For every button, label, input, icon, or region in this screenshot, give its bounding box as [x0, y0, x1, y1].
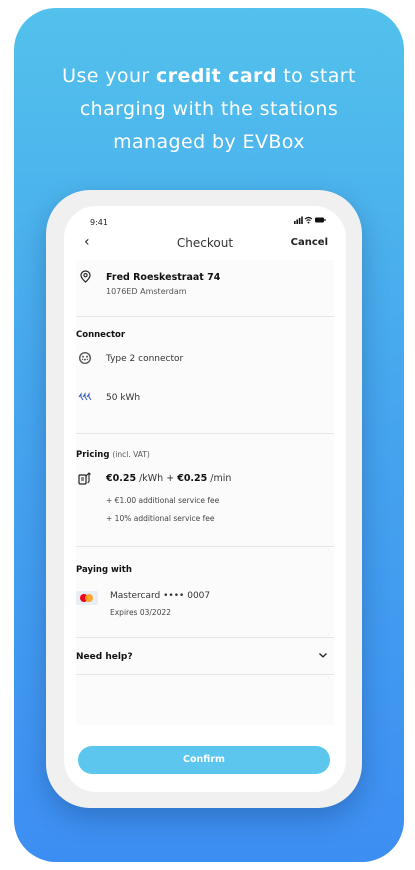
- confirm-button[interactable]: Confirm: [78, 746, 330, 774]
- need-help-row[interactable]: Need help?: [76, 650, 334, 668]
- divider: [76, 637, 334, 638]
- status-icons: [294, 216, 326, 226]
- energy-row: 50 kWh: [76, 390, 334, 408]
- connector-type: Type 2 connector: [106, 354, 184, 364]
- location-pin-icon: [76, 270, 94, 286]
- energy-icon: [76, 392, 94, 405]
- connector-type-row: Type 2 connector: [76, 351, 334, 369]
- card-expiry: Expires 03/2022: [110, 608, 172, 617]
- navigation-bar: ‹ Checkout Cancel: [64, 228, 346, 258]
- signal-wifi-battery-icon: [294, 216, 326, 224]
- divider: [76, 674, 334, 675]
- headline-line-3: managed by EVBox: [113, 131, 305, 153]
- payment-method-row[interactable]: Mastercard •••• 0007 Expires 03/2022: [76, 589, 334, 623]
- divider: [76, 433, 334, 434]
- cancel-button[interactable]: Cancel: [291, 237, 328, 248]
- location-name: Fred Roeskestraat 74: [106, 272, 221, 283]
- promo-headline: Use your credit card to start charging w…: [14, 60, 404, 159]
- divider: [76, 316, 334, 317]
- pricing-heading: Pricing (incl. VAT): [76, 450, 150, 460]
- status-time: 9:41: [90, 218, 108, 227]
- phone-frame: 9:41 ‹ Checkout Cancel Fred Roeskestraat…: [46, 190, 362, 808]
- headline-line-1: Use your credit card to start: [62, 65, 356, 87]
- type2-connector-icon: [76, 351, 94, 368]
- card-number: Mastercard •••• 0007: [110, 591, 211, 601]
- checkout-details: Fred Roeskestraat 74 1076ED Amsterdam Co…: [76, 260, 334, 725]
- chevron-down-icon[interactable]: [318, 651, 328, 662]
- price-text: €0.25 /kWh + €0.25 /min: [106, 473, 232, 484]
- service-fee-2: + 10% additional service fee: [106, 514, 215, 523]
- divider: [76, 546, 334, 547]
- phone-screen: 9:41 ‹ Checkout Cancel Fred Roeskestraat…: [64, 206, 346, 792]
- payment-heading: Paying with: [76, 565, 132, 575]
- headline-line-2: charging with the stations: [79, 98, 339, 120]
- need-help-label: Need help?: [76, 652, 133, 662]
- location-row: Fred Roeskestraat 74 1076ED Amsterdam: [76, 268, 334, 302]
- location-city: 1076ED Amsterdam: [106, 287, 187, 296]
- connector-heading: Connector: [76, 330, 126, 340]
- status-bar: 9:41: [64, 206, 346, 230]
- service-fee-1: + €1.00 additional service fee: [106, 496, 220, 505]
- pricing-row: €0.25 /kWh + €0.25 /min: [76, 471, 334, 489]
- energy-value: 50 kWh: [106, 393, 141, 403]
- mastercard-icon: [76, 591, 98, 605]
- pricing-meter-icon: [76, 472, 94, 488]
